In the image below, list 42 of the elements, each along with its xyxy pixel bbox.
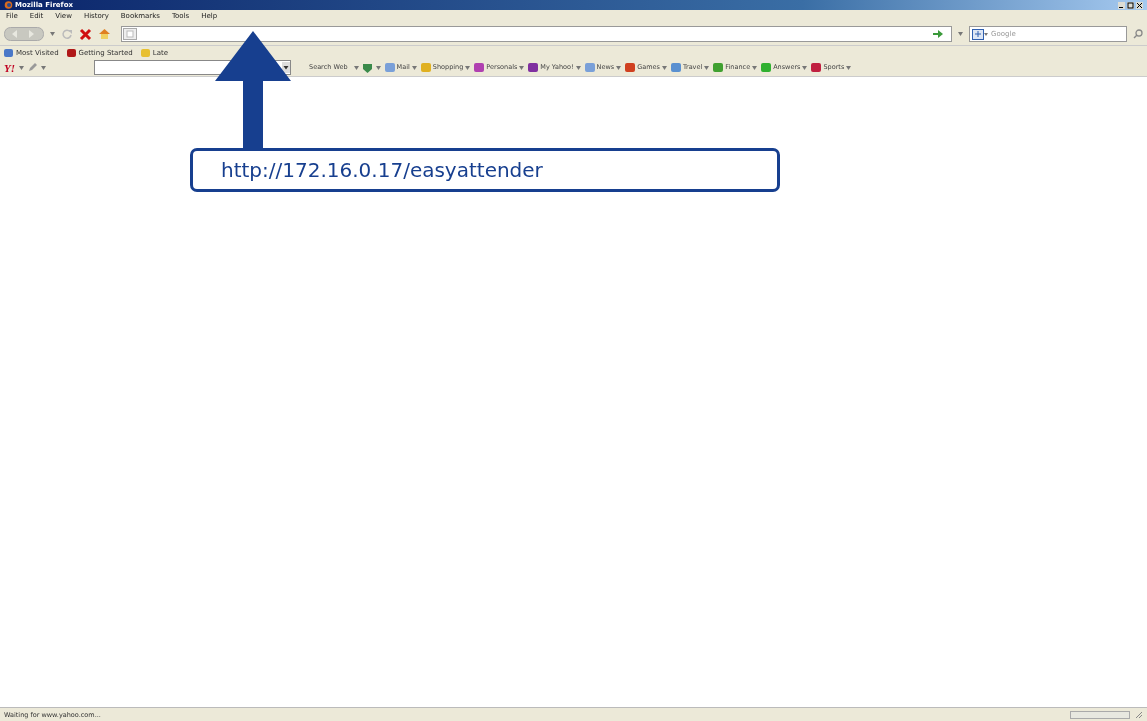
dropdown-caret-icon[interactable] — [519, 65, 525, 70]
dropdown-caret-icon[interactable] — [661, 65, 667, 70]
back-forward-icon[interactable] — [4, 27, 44, 41]
pencil-icon[interactable] — [28, 63, 37, 72]
close-icon[interactable] — [1136, 1, 1143, 9]
go-arrow-icon[interactable] — [933, 30, 943, 38]
toolbar-item-icon[interactable] — [625, 63, 636, 72]
search-icon[interactable] — [1133, 29, 1143, 39]
dropdown-caret-icon[interactable] — [704, 65, 710, 70]
bookmark-icon[interactable] — [4, 48, 13, 57]
toolbar-item-icon[interactable] — [474, 63, 485, 72]
toolbar-logo[interactable]: Y! — [4, 61, 15, 74]
shield-icon[interactable] — [362, 62, 372, 73]
stop-icon[interactable] — [79, 27, 92, 41]
dropdown-caret-icon[interactable] — [50, 32, 55, 36]
minimize-icon[interactable] — [1118, 1, 1125, 9]
dropdown-caret-icon[interactable] — [575, 65, 581, 70]
dropdown-caret-icon[interactable] — [752, 65, 758, 70]
dropdown-caret-icon[interactable] — [846, 65, 852, 70]
dropdown-caret-icon[interactable] — [465, 65, 471, 70]
dropdown-caret-icon[interactable] — [616, 65, 622, 70]
resize-grip-icon[interactable] — [1134, 710, 1143, 719]
dropdown-caret-icon[interactable] — [411, 65, 417, 70]
bookmark-icon[interactable] — [66, 48, 76, 57]
toolbar-item-icon[interactable] — [528, 63, 539, 72]
dropdown-icon[interactable] — [282, 62, 290, 73]
dropdown-caret-icon[interactable] — [41, 65, 46, 70]
page-icon — [123, 28, 137, 40]
address-field[interactable] — [121, 26, 952, 42]
url-callout: http://172.16.0.17/easyattender — [190, 148, 780, 192]
dropdown-caret-icon[interactable] — [802, 65, 808, 70]
dropdown-caret-icon[interactable] — [353, 65, 359, 70]
toolbar-item-icon[interactable] — [811, 63, 822, 72]
toolbar-item-icon[interactable] — [713, 63, 724, 72]
maximize-icon[interactable] — [1127, 1, 1134, 9]
dropdown-caret-icon[interactable] — [19, 65, 24, 70]
home-icon[interactable] — [98, 28, 111, 40]
search-engine-icon[interactable] — [972, 28, 988, 40]
dropdown-caret-icon[interactable] — [958, 32, 963, 36]
app-icon — [4, 1, 13, 9]
dropdown-caret-icon[interactable] — [375, 65, 381, 70]
toolbar-item-icon[interactable] — [670, 63, 681, 72]
